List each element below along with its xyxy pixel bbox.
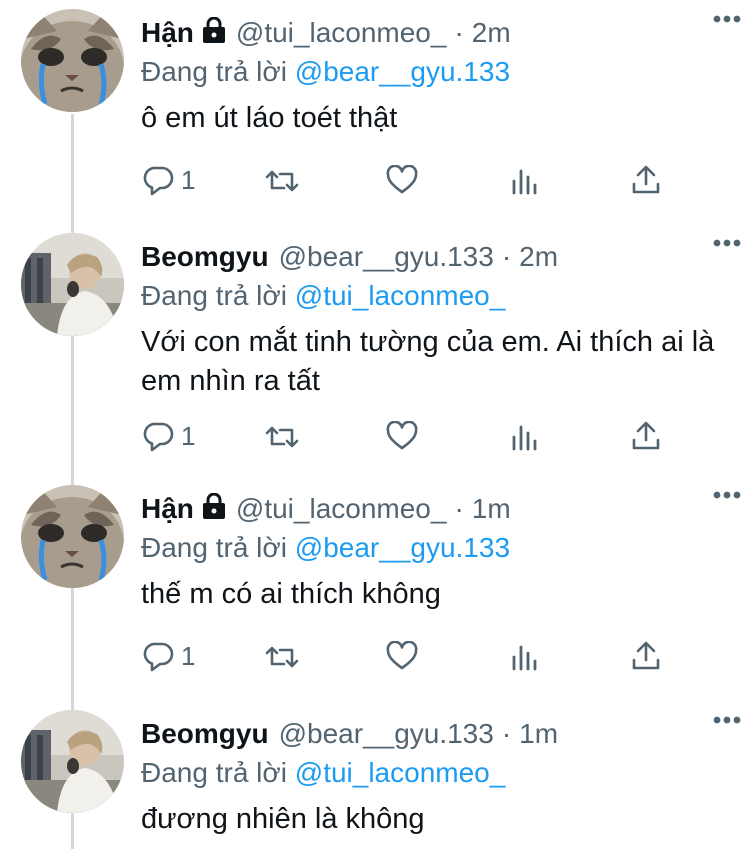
separator-dot: · (501, 718, 512, 749)
crying-cat-avatar (21, 9, 124, 112)
reply-icon (143, 642, 174, 672)
share-icon (632, 165, 660, 194)
tweet[interactable]: Beomgyu @bear__gyu.133 · 1m Đang trả lời… (0, 701, 750, 849)
analytics-button[interactable] (511, 643, 539, 671)
reply-prefix: Đang trả lời (141, 56, 287, 87)
more-options-icon[interactable] (712, 236, 742, 250)
timestamp[interactable]: 2m (472, 17, 511, 49)
reply-mention[interactable]: @bear__gyu.133 (295, 56, 510, 87)
tweet-text: thế m có ai thích không (141, 578, 441, 610)
person-photo-avatar (21, 233, 124, 336)
analytics-button[interactable] (511, 423, 539, 451)
retweet-icon (265, 646, 299, 668)
tweet-actions: 1 (0, 418, 750, 458)
retweet-button[interactable] (264, 642, 300, 672)
heart-icon (386, 421, 418, 450)
user-handle[interactable]: @bear__gyu.133 (279, 718, 494, 750)
tweet[interactable]: Beomgyu @bear__gyu.133 · 2m Đang trả lời… (0, 224, 750, 476)
tweet-text: đương nhiên là không (141, 803, 425, 835)
display-name[interactable]: Beomgyu (141, 241, 269, 273)
timestamp[interactable]: 2m (519, 241, 558, 273)
reply-context: Đang trả lời @bear__gyu.133 (141, 529, 732, 567)
share-button[interactable] (631, 640, 661, 672)
reply-icon (143, 166, 174, 196)
like-button[interactable] (386, 641, 418, 671)
reply-mention[interactable]: @tui_laconmeo_ (295, 757, 506, 788)
analytics-icon (512, 425, 537, 451)
more-options-icon[interactable] (712, 713, 742, 727)
like-button[interactable] (386, 165, 418, 195)
reply-count: 1 (181, 640, 196, 671)
reply-count: 1 (181, 420, 196, 451)
reply-button[interactable]: 1 (143, 420, 195, 452)
reply-mention[interactable]: @bear__gyu.133 (295, 532, 510, 563)
analytics-icon (512, 169, 537, 195)
display-name[interactable]: Beomgyu (141, 718, 269, 750)
like-button[interactable] (386, 421, 418, 451)
reply-prefix: Đang trả lời (141, 280, 287, 311)
retweet-icon (265, 170, 299, 192)
reply-context: Đang trả lời @tui_laconmeo_ (141, 277, 732, 315)
heart-icon (386, 165, 418, 194)
analytics-icon (512, 645, 537, 671)
reply-icon (143, 422, 174, 452)
more-options-icon[interactable] (712, 12, 742, 26)
separator-dot: · (454, 17, 464, 48)
avatar[interactable] (21, 710, 124, 813)
reply-context: Đang trả lời @bear__gyu.133 (141, 53, 732, 91)
avatar[interactable] (21, 233, 124, 336)
reply-button[interactable]: 1 (143, 640, 195, 672)
timestamp[interactable]: 1m (472, 493, 511, 525)
retweet-icon (265, 426, 299, 448)
crying-cat-avatar (21, 485, 124, 588)
display-name[interactable]: Hận (141, 493, 194, 525)
share-icon (632, 421, 660, 450)
tweet[interactable]: Hận @tui_laconmeo_ · 2m Đang trả lời @be… (0, 0, 750, 225)
person-photo-avatar (21, 710, 124, 813)
tweet-text: ô em út láo toét thật (141, 102, 398, 134)
avatar[interactable] (21, 485, 124, 588)
reply-button[interactable]: 1 (143, 164, 195, 196)
share-button[interactable] (631, 420, 661, 452)
heart-icon (386, 641, 418, 670)
reply-count: 1 (181, 164, 196, 195)
tweet-actions: 1 (0, 638, 750, 678)
analytics-button[interactable] (511, 167, 539, 195)
more-options-icon[interactable] (712, 488, 742, 502)
reply-prefix: Đang trả lời (141, 532, 287, 563)
retweet-button[interactable] (264, 422, 300, 452)
reply-context: Đang trả lời @tui_laconmeo_ (141, 754, 732, 792)
retweet-button[interactable] (264, 166, 300, 196)
user-handle[interactable]: @tui_laconmeo_ (236, 17, 447, 49)
reply-mention[interactable]: @tui_laconmeo_ (295, 280, 506, 311)
tweet[interactable]: Hận @tui_laconmeo_ · 1m Đang trả lời @be… (0, 476, 750, 702)
timestamp[interactable]: 1m (519, 718, 558, 750)
reply-prefix: Đang trả lời (141, 757, 287, 788)
separator-dot: · (501, 241, 512, 272)
display-name[interactable]: Hận (141, 17, 194, 49)
avatar[interactable] (21, 9, 124, 112)
user-handle[interactable]: @tui_laconmeo_ (236, 493, 447, 525)
tweet-actions: 1 (0, 162, 750, 202)
tweet-text: Với con mắt tinh tường của em. Ai thích … (141, 326, 715, 397)
share-icon (632, 641, 660, 670)
share-button[interactable] (631, 164, 661, 196)
lock-icon (202, 16, 226, 50)
lock-icon (202, 492, 226, 526)
separator-dot: · (454, 493, 464, 524)
user-handle[interactable]: @bear__gyu.133 (279, 241, 494, 273)
